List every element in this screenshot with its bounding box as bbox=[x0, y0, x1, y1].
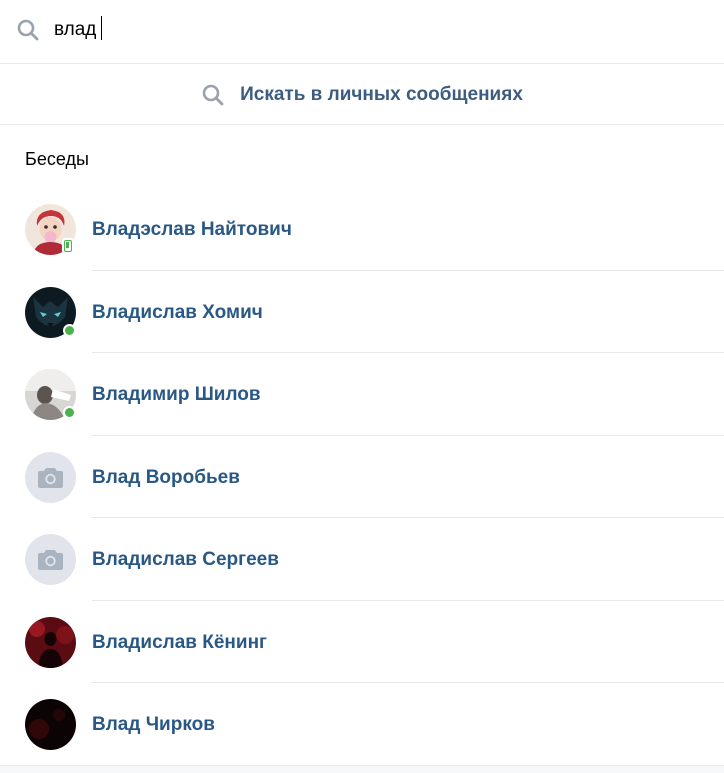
list-item[interactable]: Влад Чирков bbox=[0, 683, 724, 766]
contact-name[interactable]: Владимир Шилов bbox=[92, 384, 261, 406]
contact-name[interactable]: Владэслав Найтович bbox=[92, 219, 292, 241]
search-input[interactable] bbox=[54, 14, 694, 46]
contact-name[interactable]: Влад Воробьев bbox=[92, 467, 240, 489]
search-in-messages-label: Искать в личных сообщениях bbox=[240, 83, 523, 105]
contact-name[interactable]: Владислав Сергеев bbox=[92, 549, 279, 571]
avatar bbox=[25, 699, 76, 750]
camera-icon bbox=[38, 467, 63, 488]
search-bar bbox=[0, 0, 724, 64]
list-item[interactable]: Владэслав Найтович bbox=[0, 188, 724, 271]
camera-icon bbox=[38, 550, 63, 570]
online-status-indicator bbox=[63, 406, 76, 419]
text-caret bbox=[101, 16, 102, 40]
avatar bbox=[25, 616, 76, 668]
list-item[interactable]: Владислав Сергеев bbox=[0, 518, 724, 601]
list-item[interactable]: Владислав Хомич bbox=[0, 271, 724, 353]
conversation-list: Владэслав Найтович Владислав Хомич Влади… bbox=[0, 188, 724, 766]
bottom-strip bbox=[0, 765, 724, 773]
list-item[interactable]: Владимир Шилов bbox=[0, 353, 724, 436]
search-icon bbox=[201, 83, 225, 107]
avatar bbox=[25, 451, 76, 503]
search-icon bbox=[16, 18, 40, 42]
online-status-indicator bbox=[63, 323, 76, 337]
mobile-status-icon bbox=[62, 238, 74, 254]
search-in-messages-button[interactable]: Искать в личных сообщениях bbox=[0, 65, 724, 125]
section-title: Беседы bbox=[25, 149, 89, 169]
list-item[interactable]: Влад Воробьев bbox=[0, 436, 724, 518]
list-item[interactable]: Владислав Кёнинг bbox=[0, 601, 724, 683]
contact-name[interactable]: Владислав Кёнинг bbox=[92, 632, 267, 654]
contact-name[interactable]: Влад Чирков bbox=[92, 714, 215, 736]
avatar bbox=[25, 534, 76, 585]
contact-name[interactable]: Владислав Хомич bbox=[92, 302, 263, 324]
